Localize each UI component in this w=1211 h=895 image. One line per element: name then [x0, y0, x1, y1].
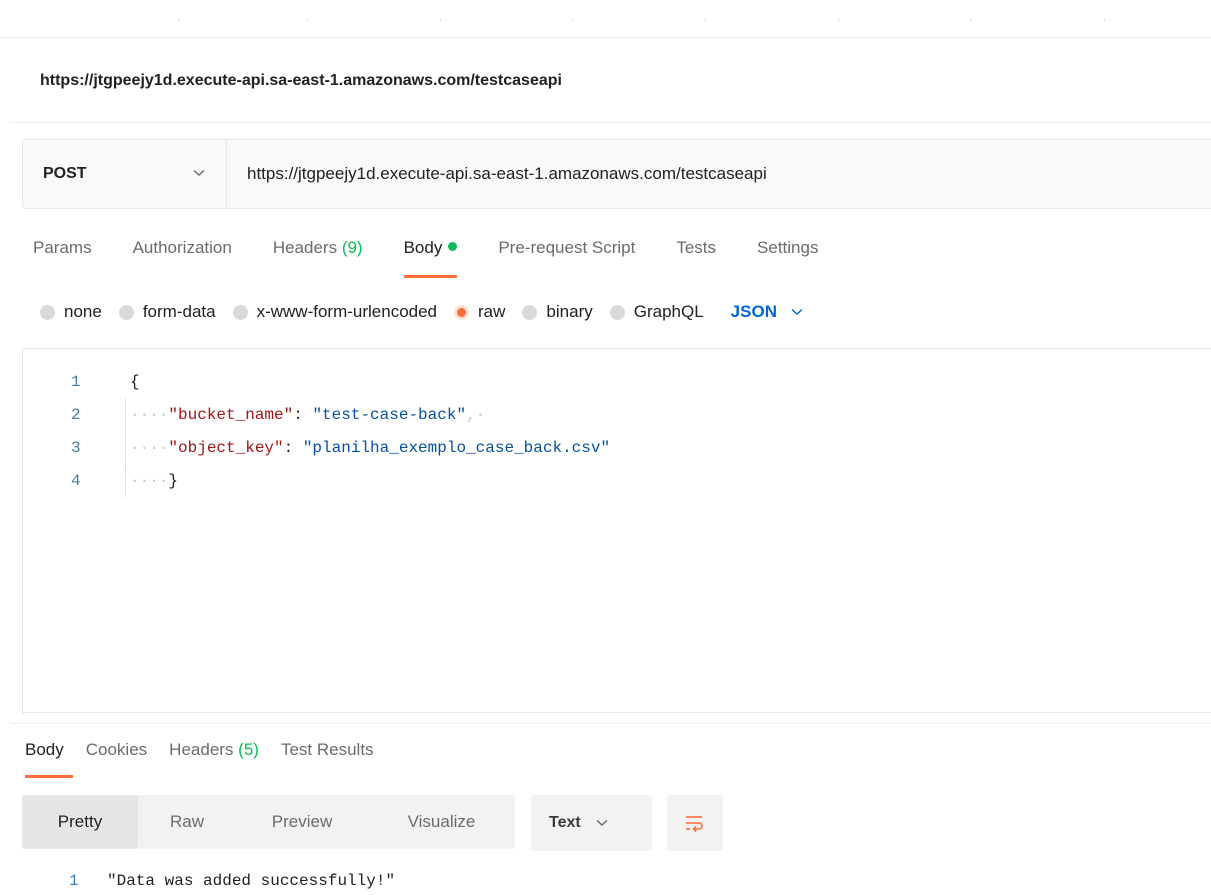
response-body[interactable]: 1 "Data was added successfully!": [0, 872, 1211, 895]
brace-open: {: [130, 373, 140, 391]
divider: [10, 723, 1211, 724]
tab-headers-label: Headers: [272, 238, 338, 257]
tab-pre-request-script[interactable]: Pre-request Script: [498, 238, 635, 278]
tab-settings[interactable]: Settings: [757, 238, 818, 278]
method-select[interactable]: POST: [23, 140, 227, 208]
tab-params[interactable]: Params: [33, 238, 92, 278]
resp-tab-body[interactable]: Body: [25, 740, 73, 778]
language-select[interactable]: JSON: [731, 302, 803, 322]
radio-selected-icon: [454, 304, 470, 320]
code-text: ····}: [130, 472, 178, 490]
top-header-strip: [0, 0, 1211, 38]
json-key: "bucket_name": [168, 406, 294, 424]
resp-tab-cookies[interactable]: Cookies: [86, 740, 147, 778]
request-title[interactable]: https://jtgpeejy1d.execute-api.sa-east-1…: [40, 72, 562, 90]
view-pretty[interactable]: Pretty: [22, 795, 138, 849]
radio-icon: [40, 304, 55, 320]
brace-close: }: [168, 472, 179, 490]
url-input[interactable]: https://jtgpeejy1d.execute-api.sa-east-1…: [227, 140, 1211, 208]
json-sep: :: [283, 439, 303, 457]
json-value: "planilha_exemplo_case_back.csv": [302, 439, 611, 457]
body-indicator-dot: [448, 242, 458, 251]
tab-body[interactable]: Body: [403, 238, 458, 278]
code-line: 3 ····"object_key": "planilha_exemplo_ca…: [23, 432, 1211, 465]
radio-icon: [522, 304, 538, 320]
response-view-switcher: Pretty Raw Preview Visualize: [22, 795, 515, 849]
resp-tab-headers[interactable]: Headers (5): [169, 740, 259, 778]
tab-tests[interactable]: Tests: [676, 238, 716, 278]
json-key: "object_key": [168, 439, 284, 457]
body-type-label: none: [64, 302, 102, 321]
indent-guide: [125, 465, 126, 498]
response-tabs: Body Cookies Headers (5) Test Results: [25, 740, 396, 778]
body-type-label: raw: [478, 302, 506, 321]
radio-icon: [609, 304, 625, 320]
format-label: Text: [549, 814, 581, 831]
json-value: "test-case-back": [312, 406, 467, 424]
code-line: 1 {: [23, 366, 1211, 399]
chevron-down-icon: [596, 819, 608, 826]
whitespace: ····: [130, 406, 169, 424]
code-line: 2 ····"bucket_name": "test-case-back",·: [23, 399, 1211, 432]
code-text: ····"object_key": "planilha_exemplo_case…: [130, 439, 610, 457]
code-editor[interactable]: 1 { 2 ····"bucket_name": "test-case-back…: [22, 348, 1211, 713]
wrap-lines-icon: [686, 816, 703, 833]
line-number: 3: [71, 439, 81, 457]
chevron-down-icon: [791, 308, 803, 315]
indent-guide: [125, 432, 126, 465]
json-sep: :: [293, 406, 313, 424]
view-raw[interactable]: Raw: [138, 795, 236, 849]
body-type-label: GraphQL: [633, 302, 704, 321]
headers-count: (5): [238, 740, 259, 759]
code-text: {: [130, 373, 140, 391]
line-number: 2: [71, 406, 81, 424]
json-tail: ,·: [466, 406, 486, 424]
method-label: POST: [43, 165, 87, 182]
tab-body-label: Body: [403, 238, 443, 257]
body-type-none[interactable]: none: [40, 302, 102, 322]
radio-icon: [232, 304, 248, 320]
body-type-label: form-data: [142, 302, 216, 321]
body-type-urlencoded[interactable]: x-www-form-urlencoded: [232, 302, 438, 322]
line-number: 1: [71, 373, 81, 391]
whitespace: ····: [130, 439, 169, 457]
resp-tab-test-results[interactable]: Test Results: [281, 740, 374, 778]
body-type-binary[interactable]: binary: [522, 302, 593, 322]
tab-authorization[interactable]: Authorization: [133, 238, 232, 278]
indent-guide: [125, 399, 126, 432]
code-text: ····"bucket_name": "test-case-back",·: [130, 406, 485, 424]
whitespace: ····: [130, 472, 169, 490]
url-bar: POST https://jtgpeejy1d.execute-api.sa-e…: [22, 139, 1211, 209]
response-text: "Data was added successfully!": [107, 872, 396, 890]
code-line: 4 ····}: [23, 465, 1211, 498]
view-visualize[interactable]: Visualize: [368, 795, 515, 849]
body-type-form-data[interactable]: form-data: [118, 302, 216, 322]
tab-headers[interactable]: Headers (9): [273, 238, 363, 278]
line-number: 4: [71, 472, 81, 490]
language-label: JSON: [730, 302, 777, 321]
line-number: 1: [69, 872, 79, 890]
body-type-label: binary: [546, 302, 593, 321]
request-tabs: Params Authorization Headers (9) Body Pr…: [33, 238, 859, 278]
code-line: 1 "Data was added successfully!": [0, 872, 1211, 895]
headers-count: (9): [341, 238, 363, 257]
resp-tab-headers-label: Headers: [169, 740, 234, 759]
body-type-graphql[interactable]: GraphQL: [609, 302, 704, 322]
wrap-lines-button[interactable]: [667, 795, 723, 851]
body-type-label: x-www-form-urlencoded: [256, 302, 438, 321]
radio-icon: [118, 304, 134, 320]
response-format-select[interactable]: Text: [531, 795, 652, 851]
body-type-raw[interactable]: raw: [454, 302, 505, 322]
view-preview[interactable]: Preview: [236, 795, 368, 849]
chevron-down-icon: [193, 169, 205, 176]
divider: [10, 122, 1211, 123]
body-type-options: none form-data x-www-form-urlencoded raw…: [40, 302, 803, 322]
